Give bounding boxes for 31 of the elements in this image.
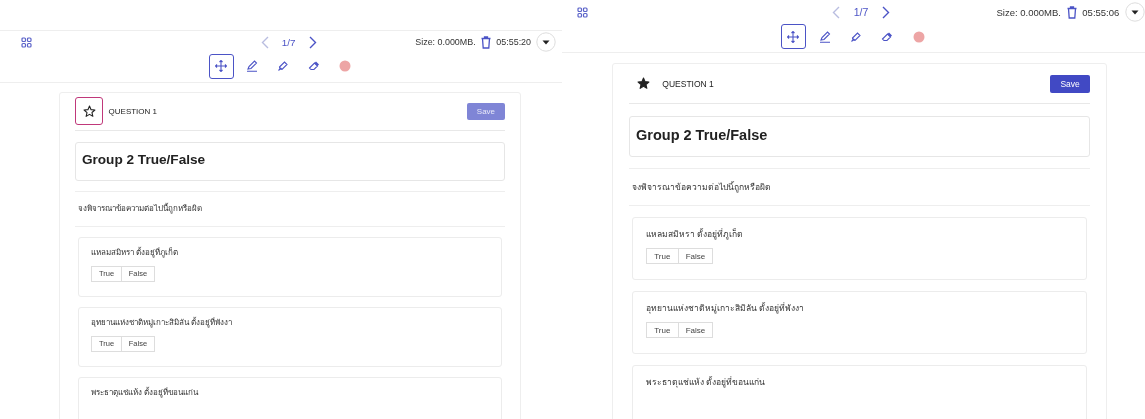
- file-size-label: Size: 0.000MB.: [996, 6, 1061, 18]
- answer-button[interactable]: True: [646, 248, 679, 265]
- answer-button[interactable]: False: [678, 322, 714, 338]
- move-icon[interactable]: [208, 53, 235, 79]
- question-text: อุทยานแห่งชาติหมู่เกาะสิมิลัน ตั้งอยู่ที่พังงา: [646, 301, 805, 316]
- star-icon: [82, 104, 96, 118]
- answer-button[interactable]: False: [678, 248, 714, 265]
- chevron-right-icon[interactable]: [308, 35, 317, 49]
- move-icon[interactable]: [780, 24, 806, 50]
- page-indicator: 1/7: [853, 6, 869, 18]
- page-indicator: 1/7: [281, 36, 296, 48]
- star-button[interactable]: [75, 97, 104, 126]
- group-title: Group 2 True/False: [81, 152, 206, 168]
- trash-icon[interactable]: [1066, 5, 1077, 19]
- dropdown-icon[interactable]: [1125, 2, 1145, 22]
- answer-button[interactable]: True: [646, 322, 679, 338]
- dropdown-icon[interactable]: [536, 32, 557, 53]
- trash-icon[interactable]: [481, 35, 491, 49]
- file-size-label: Size: 0.000MB.: [415, 37, 476, 48]
- question-text: แหลมสมิหรา ตั้งอยู่ที่ภูเก็ต: [646, 227, 744, 242]
- group-title: Group 2 True/False: [636, 127, 768, 144]
- star-icon: [636, 77, 650, 91]
- grid-icon[interactable]: [577, 6, 588, 18]
- instruction-text: จงพิจารณาข้อความต่อไปนี้ถูกหรือผิด: [632, 180, 771, 195]
- chevron-right-icon[interactable]: [882, 5, 891, 19]
- timer-text: 05:55:06: [1082, 6, 1120, 18]
- timer-text: 05:55:20: [496, 37, 532, 48]
- question-text: พระธาตุแช่แห้ง ตั้งอยู่ที่ขอนแก่น: [646, 375, 766, 389]
- question-label: QUESTION 1: [662, 78, 715, 89]
- save-button[interactable]: Save: [1050, 75, 1090, 93]
- grid-icon[interactable]: [20, 36, 32, 48]
